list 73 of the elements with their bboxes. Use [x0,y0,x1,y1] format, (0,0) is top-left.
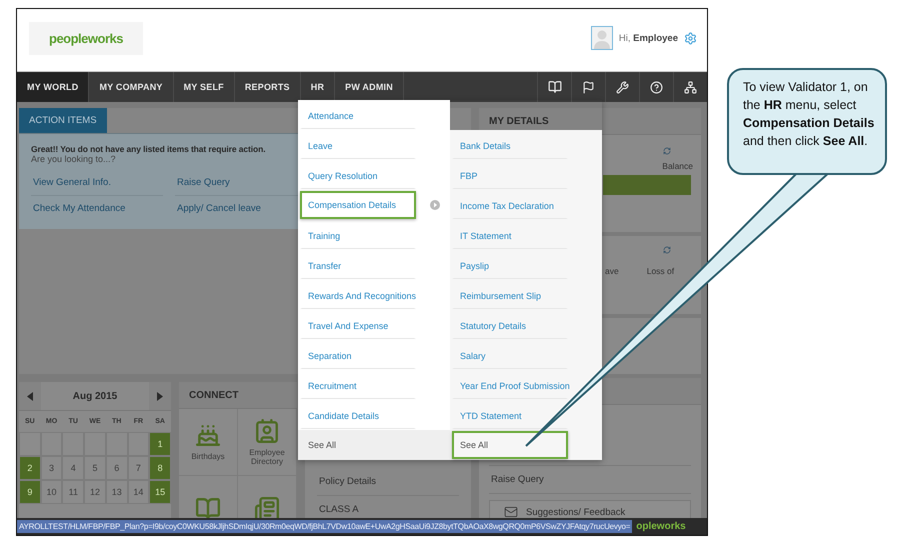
submenu-item[interactable]: Statutory Details [452,311,568,339]
calendar-day[interactable]: 8 [149,456,171,480]
menu-item[interactable]: Separation [300,341,416,369]
calendar-day[interactable]: 15 [149,480,171,504]
policy-row: Policy Details [317,468,459,496]
panel-title: CONNECT [189,390,238,400]
feedback-button[interactable]: Suggestions/ Feedback [489,500,691,518]
calendar-day[interactable]: 1 [149,432,171,456]
menu-item[interactable]: Travel And Expense [300,311,416,339]
menu-item[interactable]: Rewards And Recognitions [300,281,416,309]
calendar-day[interactable]: 2 [19,456,41,480]
panel-title: MY DETAILS [489,116,549,126]
previous-month-icon[interactable] [27,392,33,400]
submenu-item[interactable]: Income Tax Declaration [452,191,568,219]
leave-column-heading: Loss of [646,266,674,276]
calendar-day[interactable]: 10 [40,480,62,504]
submenu-item[interactable]: IT Statement [452,221,568,249]
action-message: Great!! You do not have any listed items that require action. [31,144,266,154]
action-items-tab[interactable]: ACTION ITEMS [19,108,107,133]
raise-query-link[interactable]: Raise Query [489,465,691,494]
see-all-link[interactable]: See All [452,431,568,459]
book-icon [195,496,221,518]
tile-label[interactable]: Birthdays [191,453,225,462]
flag-icon[interactable] [582,80,595,94]
calendar-day[interactable]: 4 [62,456,84,480]
calendar-day[interactable]: 12 [84,480,106,504]
leave-column-heading: ave [605,266,619,276]
callout-note: To view Validator 1, on the HR menu, select Compensation Details and then click See All. [727,68,887,175]
balance-label: Balance [662,161,693,171]
action-prompt: Are you looking to...? [31,154,117,164]
submenu-item[interactable]: Bank Details [452,131,568,159]
menu-item[interactable]: Compensation Details [300,191,416,219]
refresh-icon[interactable] [663,246,671,254]
tools-icon[interactable] [616,80,629,94]
nav-tab[interactable]: MY WORLD [17,72,90,102]
menu-item[interactable]: Attendance [300,101,416,129]
newspaper-icon [254,496,280,518]
calendar-month: Aug 2015 [72,390,118,402]
quick-link[interactable]: View General Info. [31,170,163,196]
menu-item[interactable]: Recruitment [300,371,416,399]
book-icon[interactable] [548,80,562,94]
submenu-item[interactable]: FBP [452,161,568,189]
submenu-item[interactable]: Reimbursement Slip [452,281,568,309]
menu-item[interactable]: Leave [300,131,416,159]
calendar-day[interactable]: 5 [84,456,106,480]
help-icon[interactable] [650,80,663,94]
refresh-icon[interactable] [663,147,671,155]
user-greeting: Hi, Employee [618,32,678,44]
calendar-day[interactable]: 6 [106,456,128,480]
calendar-day[interactable]: 9 [19,480,41,504]
avatar-icon[interactable] [590,26,613,50]
quick-link[interactable]: Check My Attendance [31,196,163,221]
link-url: AYROLLTEST/HLM/FBP/FBP_Plan?p=I9b/coyC0WKU58kJljhSDmIqjU/30Rm0eqWD/fjBhL7VDw10awE+UwA2gHSaaUi9JZ8bytTQbAOaX8wgQRQ0mP6VSwZYJFAtqy7rucUevyo= [17,520,632,533]
tile-label[interactable]: Employee Directory [238,448,296,466]
calendar-day[interactable]: 13 [106,480,128,504]
calendar-day[interactable]: 7 [128,456,150,480]
next-month-icon[interactable] [157,392,163,400]
settings-icon[interactable] [684,32,697,44]
menu-item[interactable]: Training [300,221,416,249]
menu-item[interactable]: Transfer [300,251,416,279]
calendar-day[interactable]: 14 [128,480,150,504]
calendar-day[interactable]: 11 [62,480,84,504]
hierarchy-icon[interactable] [684,80,697,94]
logo[interactable]: peopleworks [29,22,143,54]
menu-item[interactable]: Query Resolution [300,161,416,189]
submenu-item[interactable]: Salary [452,341,568,369]
cake-icon [195,422,221,448]
submenu-item[interactable]: Year End Proof Submission [452,371,568,399]
submenu-item[interactable]: Payslip [452,251,568,279]
calendar-day[interactable]: 3 [40,456,62,480]
footer-logo: opleworks [636,521,686,532]
contact-card-icon [254,418,280,444]
menu-item[interactable]: Candidate Details [300,401,416,429]
